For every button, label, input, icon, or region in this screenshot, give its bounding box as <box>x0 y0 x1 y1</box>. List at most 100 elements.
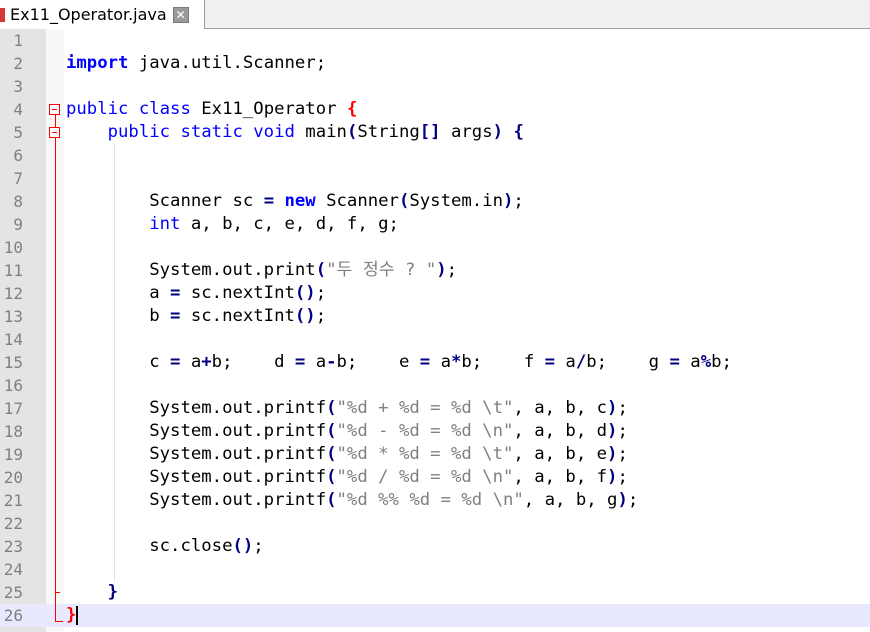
code-token: [] <box>419 122 441 142</box>
code-token: args <box>440 122 493 142</box>
line-number: 18 <box>3 422 23 441</box>
code-token: } <box>66 605 77 625</box>
code-token: = <box>170 352 181 372</box>
code-token: b; e <box>336 352 420 372</box>
line-number: 4 <box>13 100 23 119</box>
code-line[interactable]: 18 System.out.printf("%d - %d = %d \n", … <box>0 420 870 443</box>
code-token: new <box>284 191 316 211</box>
line-number: 15 <box>3 353 23 372</box>
line-number: 24 <box>3 560 23 579</box>
code-line[interactable]: 15 c = a+b; d = a-b; e = a*b; f = a/b; g… <box>0 351 870 374</box>
code-token: = <box>170 306 181 326</box>
code-token: b <box>66 306 171 326</box>
code-line[interactable]: 9 int a, b, c, e, d, f, g; <box>0 213 870 236</box>
fold-end-marker <box>55 592 60 593</box>
fold-line <box>55 110 56 621</box>
code-line[interactable]: 6 <box>0 144 870 167</box>
code-token: a <box>430 352 451 372</box>
code-token: } <box>107 582 119 602</box>
code-line[interactable]: 4 public class Ex11_Operator { <box>0 98 870 121</box>
code-text: a = sc.nextInt(); <box>66 282 326 305</box>
code-token: ) <box>492 122 504 142</box>
code-token: ) <box>607 398 618 418</box>
code-line[interactable]: 5 public static void main(String[] args)… <box>0 121 870 144</box>
close-icon[interactable]: ✕ <box>172 6 189 23</box>
code-text: } <box>66 581 118 604</box>
code-token: ( <box>326 467 337 487</box>
code-line[interactable]: 2 import java.util.Scanner; <box>0 52 870 75</box>
code-token: ( <box>398 191 410 211</box>
code-token: / <box>575 352 587 372</box>
code-line[interactable]: 22 <box>0 512 870 535</box>
code-token: "%d / %d = %d \n" <box>336 467 514 487</box>
line-number: 20 <box>3 468 23 487</box>
code-editor[interactable]: 1 2 import java.util.Scanner; 3 4 public clas… <box>0 29 870 632</box>
code-token: % <box>700 352 712 372</box>
line-number: 25 <box>3 583 23 602</box>
code-token: public class <box>66 99 191 119</box>
code-line[interactable]: 11 System.out.print("두 정수 ? "); <box>0 259 870 282</box>
code-line[interactable]: 21 System.out.printf("%d %% %d = %d \n",… <box>0 489 870 512</box>
code-line[interactable]: 26} <box>0 604 870 627</box>
code-token: "%d + %d = %d \t" <box>336 398 514 418</box>
line-number: 23 <box>3 537 23 556</box>
line-number: 17 <box>3 399 23 418</box>
code-token: System.out.printf <box>66 490 327 510</box>
code-line[interactable]: 7 <box>0 167 870 190</box>
code-token: import <box>66 53 129 73</box>
tab-ex11-operator[interactable]: Ex11_Operator.java ✕ <box>0 0 205 29</box>
fold-toggle-icon[interactable] <box>49 104 60 115</box>
code-line[interactable]: 8 Scanner sc = new Scanner(System.in); <box>0 190 870 213</box>
code-token: () <box>294 283 316 303</box>
code-token: java.util.Scanner; <box>128 53 327 73</box>
code-token: "%d - %d = %d \n" <box>336 421 514 441</box>
code-line[interactable]: 12 a = sc.nextInt(); <box>0 282 870 305</box>
code-line[interactable]: 20 System.out.printf("%d / %d = %d \n", … <box>0 466 870 489</box>
code-line[interactable]: 25 } <box>0 581 870 604</box>
code-token: ) <box>436 260 447 280</box>
code-text: public class Ex11_Operator { <box>66 98 357 121</box>
code-line[interactable]: 17 System.out.printf("%d + %d = %d \t", … <box>0 397 870 420</box>
code-token: String <box>357 122 420 142</box>
code-line[interactable]: 1 <box>0 29 870 52</box>
code-token: ( <box>346 122 358 142</box>
code-token: () <box>232 536 254 556</box>
code-token: c <box>66 352 171 372</box>
fold-toggle-icon[interactable] <box>49 127 60 138</box>
code-text: c = a+b; d = a-b; e = a*b; f = a/b; g = … <box>66 351 732 374</box>
code-line[interactable]: 23 sc.close(); <box>0 535 870 558</box>
code-line[interactable]: 10 <box>0 236 870 259</box>
code-token: + <box>201 352 212 372</box>
code-token: Scanner <box>315 191 399 211</box>
code-token: a <box>679 352 701 372</box>
code-token: ) <box>607 467 618 487</box>
code-token: , a, b, c <box>513 398 608 418</box>
line-number: 16 <box>3 376 23 395</box>
code-token: "두 정수 ? " <box>326 260 437 280</box>
code-token: System.out.printf <box>66 421 327 441</box>
code-line[interactable]: 14 <box>0 328 870 351</box>
code-line[interactable]: 19 System.out.printf("%d * %d = %d \t", … <box>0 443 870 466</box>
code-line[interactable]: 13 b = sc.nextInt(); <box>0 305 870 328</box>
code-text: } <box>66 604 76 627</box>
code-token: sc.nextInt <box>180 306 295 326</box>
code-token: ) <box>607 444 618 464</box>
code-text: System.out.printf("%d / %d = %d \n", a, … <box>66 466 628 489</box>
code-token: ; <box>617 398 628 418</box>
line-number: 10 <box>3 238 23 257</box>
code-line[interactable]: 3 <box>0 75 870 98</box>
code-line[interactable]: 16 <box>0 374 870 397</box>
code-token: ; <box>627 490 639 510</box>
line-number: 21 <box>3 491 23 510</box>
code-token: () <box>294 306 316 326</box>
code-token: , a, b, g <box>523 490 618 510</box>
code-text: sc.close(); <box>66 535 263 558</box>
code-token: ) <box>617 490 628 510</box>
code-token: = <box>419 352 431 372</box>
code-token: b; f <box>461 352 545 372</box>
code-token: main <box>294 122 347 142</box>
tab-title: Ex11_Operator.java <box>10 5 167 24</box>
code-line[interactable]: 24 <box>0 558 870 581</box>
line-number: 11 <box>3 261 23 280</box>
